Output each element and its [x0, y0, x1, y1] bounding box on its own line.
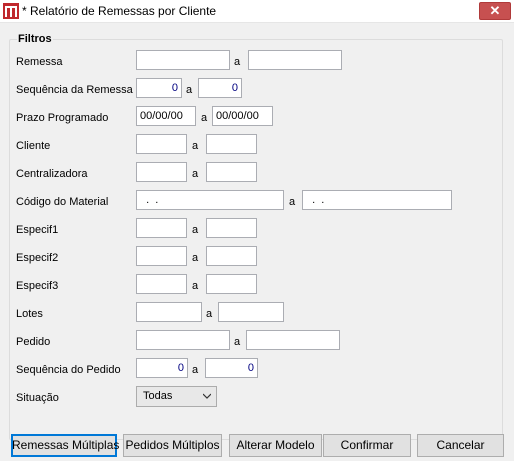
prazo-programado-from-input[interactable]: 00/00/00 — [136, 106, 196, 126]
especif2-label: Especif2 — [16, 252, 59, 264]
especif3-range-sep: a — [192, 280, 199, 292]
centralizadora-to-input[interactable] — [206, 162, 257, 182]
especif2-to-input[interactable] — [206, 246, 257, 266]
codigo-material-range-sep: a — [289, 196, 296, 208]
filters-title: Filtros — [17, 33, 53, 45]
cliente-from-input[interactable] — [136, 134, 187, 154]
especif1-from-input[interactable] — [136, 218, 187, 238]
title-bar: * Relatório de Remessas por Cliente ✕ — [0, 0, 514, 23]
pedidos-multiplos-button[interactable]: Pedidos Múltiplos — [123, 434, 222, 457]
codigo-material-from-input[interactable]: . . — [136, 190, 284, 210]
remessas-multiplas-button[interactable]: Remessas Múltiplas — [11, 434, 119, 457]
prazo-programado-range-sep: a — [201, 112, 208, 124]
sequencia-remessa-to-input[interactable]: 0 — [198, 78, 242, 98]
especif3-from-input[interactable] — [136, 274, 187, 294]
close-button[interactable]: ✕ — [479, 2, 511, 20]
chevron-down-icon — [203, 393, 211, 399]
codigo-material-to-input[interactable]: . . — [302, 190, 452, 210]
codigo-material-label: Código do Material — [16, 196, 109, 208]
prazo-programado-to-input[interactable]: 00/00/00 — [212, 106, 273, 126]
remessa-range-sep: a — [234, 56, 241, 68]
cancelar-button[interactable]: Cancelar — [417, 434, 504, 457]
confirmar-button[interactable]: Confirmar — [323, 434, 411, 457]
especif1-range-sep: a — [192, 224, 199, 236]
especif1-label: Especif1 — [16, 224, 59, 236]
lotes-from-input[interactable] — [136, 302, 202, 322]
centralizadora-label: Centralizadora — [16, 168, 88, 180]
sequencia-pedido-label: Sequência do Pedido — [16, 364, 121, 376]
situacao-select[interactable]: Todas — [136, 386, 217, 407]
especif3-label: Especif3 — [16, 280, 59, 292]
window-title: * Relatório de Remessas por Cliente — [22, 4, 217, 18]
app-logo-icon — [3, 3, 19, 19]
sequencia-pedido-range-sep: a — [192, 364, 199, 376]
alterar-modelo-button[interactable]: Alterar Modelo — [229, 434, 322, 457]
situacao-label: Situação — [16, 392, 59, 404]
especif3-to-input[interactable] — [206, 274, 257, 294]
cliente-to-input[interactable] — [206, 134, 257, 154]
remessa-label: Remessa — [16, 56, 63, 68]
especif2-range-sep: a — [192, 252, 199, 264]
pedido-label: Pedido — [16, 336, 51, 348]
lotes-label: Lotes — [16, 308, 43, 320]
cliente-range-sep: a — [192, 140, 199, 152]
pedido-from-input[interactable] — [136, 330, 230, 350]
prazo-programado-label: Prazo Programado — [16, 112, 109, 124]
cliente-label: Cliente — [16, 140, 51, 152]
close-icon: ✕ — [489, 3, 501, 18]
sequencia-pedido-to-input[interactable]: 0 — [205, 358, 258, 378]
situacao-value: Todas — [143, 390, 173, 402]
remessa-to-input[interactable] — [248, 50, 342, 70]
centralizadora-from-input[interactable] — [136, 162, 187, 182]
remessa-from-input[interactable] — [136, 50, 230, 70]
lotes-to-input[interactable] — [218, 302, 284, 322]
pedido-range-sep: a — [234, 336, 241, 348]
sequencia-remessa-label: Sequência da Remessa — [16, 84, 133, 96]
especif1-to-input[interactable] — [206, 218, 257, 238]
centralizadora-range-sep: a — [192, 168, 199, 180]
lotes-range-sep: a — [206, 308, 213, 320]
sequencia-remessa-from-input[interactable]: 0 — [136, 78, 182, 98]
pedido-to-input[interactable] — [246, 330, 340, 350]
filters-group — [9, 39, 503, 440]
sequencia-remessa-range-sep: a — [186, 84, 193, 96]
sequencia-pedido-from-input[interactable]: 0 — [136, 358, 188, 378]
especif2-from-input[interactable] — [136, 246, 187, 266]
